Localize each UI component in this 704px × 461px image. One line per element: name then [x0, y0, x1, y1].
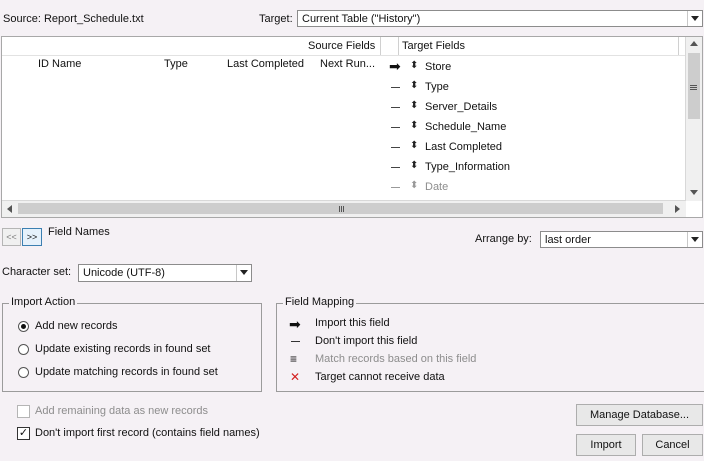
grip-line [339, 206, 340, 212]
target-field-row[interactable]: ⬍ Schedule_Name [386, 120, 676, 136]
arrange-by-select[interactable]: last order [540, 231, 703, 248]
source-file-label: Source: Report_Schedule.txt [3, 13, 144, 25]
dash-icon[interactable] [391, 107, 400, 108]
chevron-down-icon[interactable] [236, 265, 251, 281]
manage-database-button[interactable]: Manage Database... [576, 404, 703, 426]
red-x-icon: ✕ [290, 370, 301, 384]
target-field-row[interactable]: ⬍ Date [386, 180, 676, 196]
import-action-title: Import Action [9, 296, 78, 308]
next-record-button[interactable]: >> [22, 228, 42, 246]
chevron-down-icon[interactable] [687, 11, 702, 26]
source-column-last-completed: Last Completed [227, 58, 305, 70]
target-field-name: Type [425, 81, 449, 93]
arrow-right-icon[interactable]: ➡ [389, 58, 401, 75]
reorder-handle-icon[interactable]: ⬍ [410, 60, 418, 71]
header-divider [398, 37, 399, 55]
arrow-right-icon: ➡ [289, 316, 301, 332]
add-remaining-checkbox[interactable] [17, 405, 30, 418]
source-column-next-run: Next Run... [320, 58, 376, 70]
source-column-type: Type [164, 58, 188, 70]
reorder-handle-icon[interactable]: ⬍ [410, 100, 418, 111]
grip-line [341, 206, 342, 212]
radio-add-new-records[interactable] [18, 321, 29, 332]
header-divider [678, 37, 679, 55]
scroll-down-icon[interactable] [690, 190, 698, 195]
radio-update-matching[interactable] [18, 367, 29, 378]
scroll-right-icon[interactable] [675, 205, 680, 213]
radio-add-new-records-label[interactable]: Add new records [35, 320, 118, 332]
grid-vertical-scrollbar[interactable] [685, 37, 702, 201]
target-field-row[interactable]: ⬍ Last Completed [386, 140, 676, 156]
dash-icon [291, 341, 300, 342]
target-label: Target: [259, 13, 293, 25]
scroll-up-icon[interactable] [690, 41, 698, 46]
target-field-row[interactable]: ⬍ Type_Information [386, 160, 676, 176]
dont-import-first-checkbox[interactable]: ✓ [17, 427, 30, 440]
target-field-name: Last Completed [425, 141, 503, 153]
dont-import-first-label[interactable]: Don't import first record (contains fiel… [35, 427, 260, 439]
add-remaining-label[interactable]: Add remaining data as new records [35, 405, 208, 417]
target-field-row[interactable]: ⬍ Server_Details [386, 100, 676, 116]
target-table-value: Current Table ("History") [302, 13, 421, 25]
target-table-select[interactable]: Current Table ("History") [297, 10, 703, 27]
grip-line [690, 89, 697, 90]
arrange-by-value: last order [545, 234, 591, 246]
reorder-handle-icon[interactable]: ⬍ [410, 80, 418, 91]
dash-icon[interactable] [391, 127, 400, 128]
dash-icon[interactable] [391, 187, 400, 188]
reorder-handle-icon[interactable]: ⬍ [410, 140, 418, 151]
dash-icon[interactable] [391, 167, 400, 168]
reorder-handle-icon[interactable]: ⬍ [410, 180, 418, 191]
import-button[interactable]: Import [576, 434, 636, 456]
legend-cannot-receive-label: Target cannot receive data [315, 371, 445, 383]
target-field-name: Type_Information [425, 161, 510, 173]
arrange-by-label: Arrange by: [475, 233, 532, 245]
grid-horizontal-scrollbar[interactable] [2, 200, 686, 217]
dash-icon[interactable] [391, 87, 400, 88]
legend-import-label: Import this field [315, 317, 390, 329]
dash-icon[interactable] [391, 147, 400, 148]
target-fields-header: Target Fields [402, 40, 465, 52]
source-column-id-name: ID Name [38, 58, 82, 70]
vertical-scroll-thumb[interactable] [688, 53, 700, 119]
target-field-row[interactable]: ➡ ⬍ Store [386, 58, 676, 76]
equals-icon: ≡ [290, 352, 298, 366]
target-field-row[interactable]: ⬍ Type [386, 80, 676, 96]
grip-line [690, 85, 697, 86]
radio-update-existing-label[interactable]: Update existing records in found set [35, 343, 211, 355]
character-set-value: Unicode (UTF-8) [83, 267, 165, 279]
target-field-name: Server_Details [425, 101, 498, 113]
scroll-left-icon[interactable] [7, 205, 12, 213]
legend-match-label: Match records based on this field [315, 353, 477, 365]
character-set-select[interactable]: Unicode (UTF-8) [78, 264, 252, 282]
target-field-name: Date [425, 181, 449, 193]
radio-update-existing[interactable] [18, 344, 29, 355]
reorder-handle-icon[interactable]: ⬍ [410, 120, 418, 131]
target-field-name: Store [425, 61, 452, 73]
legend-dont-import-label: Don't import this field [315, 335, 418, 347]
radio-update-matching-label[interactable]: Update matching records in found set [35, 366, 218, 378]
chevron-down-icon[interactable] [687, 232, 702, 247]
grip-line [343, 206, 344, 212]
record-label: Field Names [48, 226, 110, 238]
header-divider [380, 37, 381, 55]
character-set-label: Character set: [2, 266, 72, 278]
source-fields-header: Source Fields [308, 40, 376, 52]
target-field-name: Schedule_Name [425, 121, 507, 133]
field-mapping-title: Field Mapping [283, 296, 357, 308]
reorder-handle-icon[interactable]: ⬍ [410, 160, 418, 171]
prev-record-button[interactable]: << [2, 228, 21, 246]
field-mapping-grid[interactable]: Source Fields Target Fields ID Name Type… [1, 36, 703, 218]
grip-line [690, 87, 697, 88]
cancel-button[interactable]: Cancel [642, 434, 703, 456]
